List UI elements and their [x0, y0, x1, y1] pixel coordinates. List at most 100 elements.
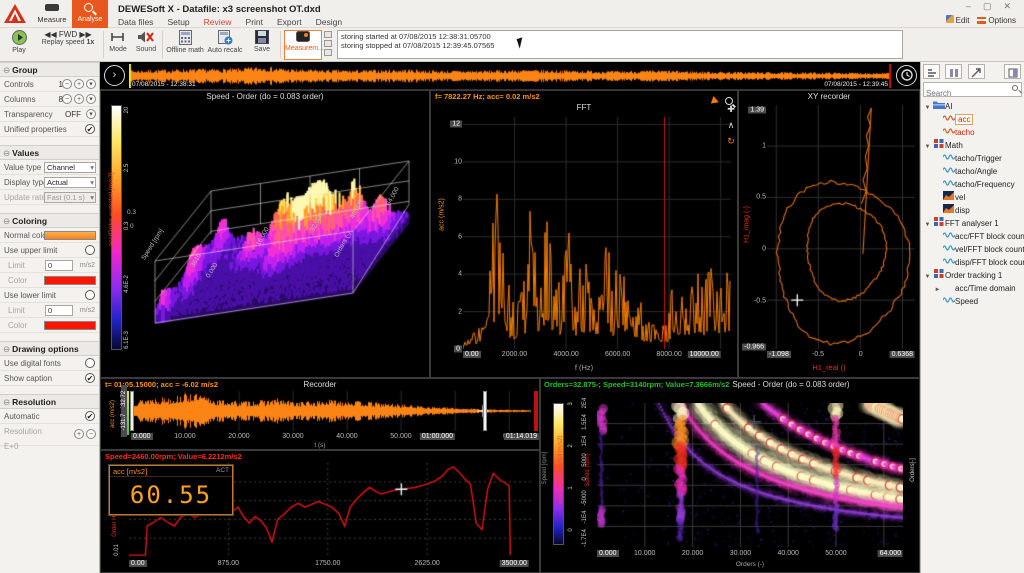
mode-button[interactable]: Mode [106, 30, 130, 60]
chevron-down-icon[interactable]: ▾ [86, 109, 96, 119]
chevron-down-icon[interactable]: ▾ [86, 94, 96, 104]
replay-speed-value: 1x [86, 39, 94, 46]
scroll-handle-left[interactable] [130, 391, 134, 431]
tree-item-speed[interactable]: Speed [921, 295, 1024, 308]
clock-button[interactable] [896, 65, 917, 86]
expand-strip-button[interactable]: › [104, 65, 125, 86]
minimize-button[interactable]: – [961, 1, 978, 11]
tree-item-tacho[interactable]: tacho [921, 126, 1024, 139]
plus-button[interactable]: + [74, 429, 84, 439]
titlebar: Measure Analyse DEWESoft X - Datafile: x… [0, 0, 1024, 28]
search-input[interactable] [924, 87, 1008, 100]
section-group[interactable]: ⊖Group [0, 62, 99, 77]
maximize-button[interactable]: ▢ [978, 1, 999, 11]
refresh-icon[interactable]: ↻ [724, 136, 738, 147]
section-values[interactable]: ⊖Values [0, 145, 99, 160]
fft-plot[interactable] [463, 117, 731, 349]
expander-open-icon[interactable]: ▼ [923, 141, 932, 152]
minus-button[interactable]: − [86, 429, 96, 439]
minus-button[interactable]: − [62, 94, 72, 104]
axis-tick: 64.000 [878, 550, 903, 557]
list-view-button[interactable] [945, 64, 962, 79]
expander-closed-icon[interactable]: ► [933, 284, 942, 295]
expander-open-icon[interactable]: ▼ [923, 219, 932, 230]
expander-open-icon[interactable]: ▼ [923, 102, 932, 113]
tree-item-disp[interactable]: disp [921, 204, 1024, 217]
tree-item-tacho-frequency[interactable]: tacho/Frequency [921, 178, 1024, 191]
expand-button[interactable] [968, 64, 985, 79]
section-resolution[interactable]: ⊖Resolution [0, 394, 99, 409]
display-icon[interactable] [324, 31, 332, 38]
axis-tick: 0 [762, 245, 766, 252]
digital-meter[interactable]: acc [m/s2]ACT 60.55 [109, 465, 233, 515]
menu-data-files[interactable]: Data files [118, 17, 153, 27]
tree-item-vel-fft-block-count[interactable]: vel/FFT block count [921, 243, 1024, 256]
menu-review[interactable]: Review [204, 17, 232, 27]
rewind-icon[interactable]: ◀◀ [44, 30, 56, 39]
order-map-plot[interactable] [597, 403, 903, 547]
display-type-select[interactable]: Actual [44, 177, 96, 188]
section-coloring[interactable]: ⊖Coloring [0, 213, 99, 228]
lower-limit-input[interactable]: 0 [45, 305, 73, 316]
tree-item-tacho-angle[interactable]: tacho/Angle [921, 165, 1024, 178]
sound-button[interactable]: Sound [132, 30, 160, 60]
upper-color-swatch[interactable] [44, 276, 96, 285]
chevron-up-icon[interactable]: ∧ [724, 120, 738, 131]
plus-button[interactable]: + [74, 94, 84, 104]
radio-unchecked[interactable] [85, 358, 95, 368]
overview-waveform[interactable] [129, 64, 891, 88]
tree-item-ai[interactable]: ▼AI [921, 100, 1024, 113]
checkbox-checked[interactable]: ✔ [85, 411, 95, 421]
xy-plot[interactable] [767, 105, 915, 349]
pan-icon[interactable]: ✚ [724, 104, 738, 115]
axis-tick: 2 [458, 308, 462, 315]
tab-analyse[interactable]: Analyse [72, 0, 108, 28]
save-button[interactable]: Save [248, 30, 276, 60]
recorder-plot[interactable] [131, 391, 531, 431]
minus-button[interactable]: − [62, 79, 72, 89]
value-type-select[interactable]: Channel [44, 162, 96, 173]
tree-item-fft-analyser-1[interactable]: ▼FFT analyser 1 [921, 217, 1024, 230]
radio-unchecked[interactable] [85, 245, 95, 255]
menu-export[interactable]: Export [277, 17, 302, 27]
note-icon[interactable] [324, 40, 332, 47]
tree-item-acc[interactable]: acc [921, 113, 1024, 126]
tree-item-math[interactable]: ▼Math [921, 139, 1024, 152]
waterfall-plot[interactable] [137, 103, 425, 365]
tree-item-vel[interactable]: vel [921, 191, 1024, 204]
menu-design[interactable]: Design [316, 17, 342, 27]
tree-item-disp-fft-block-count[interactable]: disp/FFT block count [921, 256, 1024, 269]
menu-print[interactable]: Print [246, 17, 263, 27]
tree-item-acc-time-domain[interactable]: ►acc/Time domain [921, 282, 1024, 295]
menu-setup[interactable]: Setup [167, 17, 189, 27]
checkbox-checked[interactable]: ✔ [85, 373, 95, 383]
expander-open-icon[interactable]: ▼ [923, 271, 932, 282]
chevron-down-icon[interactable]: ▾ [86, 79, 96, 89]
scroll-handle-right[interactable] [483, 391, 487, 431]
tree-item-acc-fft-block-count[interactable]: acc/FFT block count [921, 230, 1024, 243]
tree-view-button[interactable] [923, 64, 940, 79]
replay-speed-control[interactable]: ◀◀ FWD ▶▶ Replay speed 1x [36, 30, 100, 60]
tree-item-tacho-trigger[interactable]: tacho/Trigger [921, 152, 1024, 165]
normal-color-swatch[interactable] [44, 231, 96, 240]
section-drawing-options[interactable]: ⊖Drawing options [0, 341, 99, 356]
play-button[interactable]: Play [6, 30, 32, 60]
tab-measure[interactable]: Measure [32, 0, 72, 28]
lower-color-swatch[interactable] [44, 321, 96, 330]
options-button[interactable]: Options [988, 16, 1016, 25]
plus-button[interactable]: + [74, 79, 84, 89]
panel-toggle-button[interactable] [1004, 64, 1021, 79]
row-upper-color: Color [0, 273, 99, 288]
forward-icon[interactable]: ▶▶ [79, 30, 91, 39]
order-map-colorbar-label: acc/Order waterfall [m/s2] [558, 419, 564, 521]
measurement-button[interactable]: Measurem... [284, 30, 322, 60]
offline-math-button[interactable]: Offline math [166, 30, 204, 60]
tree-item-order-tracking-1[interactable]: ▼Order tracking 1 [921, 269, 1024, 282]
mic-icon[interactable] [324, 49, 332, 56]
close-button[interactable]: ✕ [998, 1, 1018, 11]
auto-recalc-button[interactable]: Auto recalc [206, 30, 244, 60]
radio-unchecked[interactable] [85, 290, 95, 300]
edit-button[interactable]: Edit [956, 16, 970, 25]
checkbox-checked[interactable]: ✔ [85, 124, 95, 134]
upper-limit-input[interactable]: 0 [45, 260, 73, 271]
